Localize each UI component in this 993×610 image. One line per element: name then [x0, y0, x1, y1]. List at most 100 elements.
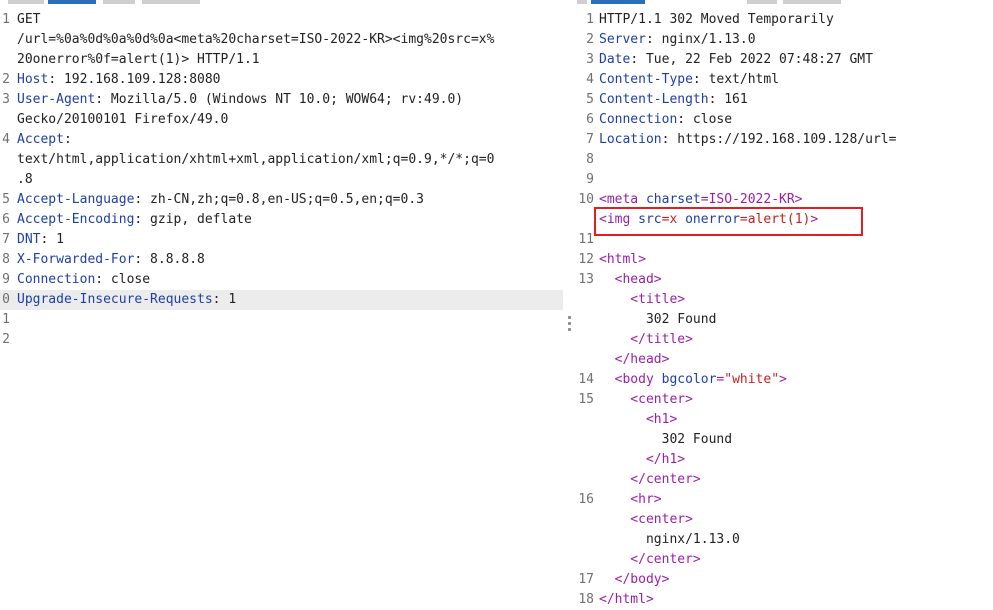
response-line[interactable]: 8	[577, 150, 993, 170]
request-line[interactable]: 1 GET	[0, 10, 563, 30]
response-line[interactable]: </title>	[577, 330, 993, 350]
response-line[interactable]: </h1>	[577, 450, 993, 470]
response-line-text: <center>	[599, 510, 693, 530]
line-number: 7	[2, 232, 10, 247]
response-line[interactable]: </center>	[577, 470, 993, 490]
response-line[interactable]: 2 Server: nginx/1.13.0	[577, 30, 993, 50]
request-editor[interactable]: 1 GET/url=%0a%0d%0a%0d%0a<meta%20charset=…	[0, 0, 563, 610]
response-line[interactable]: <center>	[577, 510, 993, 530]
drag-handle-icon[interactable]	[568, 316, 571, 332]
request-line-text: X-Forwarded-For: 8.8.8.8	[17, 250, 205, 270]
response-line-text: <img src=x onerror=alert(1)>	[599, 210, 818, 230]
response-line-text: <html>	[599, 250, 646, 270]
request-tab-strip	[0, 0, 563, 4]
response-line-text: Connection: close	[599, 110, 732, 130]
response-line-text: <head>	[599, 270, 662, 290]
request-line[interactable]: 2	[0, 330, 563, 350]
line-number: 2	[2, 72, 10, 87]
code-token: X-Forwarded-For	[17, 252, 135, 267]
request-line[interactable]: 0 Upgrade-Insecure-Requests: 1	[0, 290, 563, 310]
code-token: 302 Found	[599, 432, 733, 447]
request-line[interactable]: 2 Host: 192.168.109.128:8080	[0, 70, 563, 90]
response-line[interactable]: 18 </html>	[577, 590, 993, 610]
response-line[interactable]: 1 HTTP/1.1 302 Moved Temporarily	[577, 10, 993, 30]
response-line-text: </head>	[599, 350, 670, 370]
response-line[interactable]: 6 Connection: close	[577, 110, 993, 130]
response-tab-raw[interactable]	[577, 0, 587, 4]
response-tab-active[interactable]	[591, 0, 645, 4]
request-line-text: Connection: close	[17, 270, 150, 290]
request-line[interactable]: text/html,application/xhtml+xml,applicat…	[0, 150, 563, 170]
request-line-text: Accept-Encoding: gzip, deflate	[17, 210, 252, 230]
code-token: HTTP/1.1 302 Moved Temporarily	[599, 12, 834, 27]
request-line[interactable]: Gecko/20100101 Firefox/49.0	[0, 110, 563, 130]
code-token: <meta	[599, 192, 646, 207]
request-line[interactable]: 4 Accept:	[0, 130, 563, 150]
request-line[interactable]: 6 Accept-Encoding: gzip, deflate	[0, 210, 563, 230]
request-line[interactable]: 7 DNT: 1	[0, 230, 563, 250]
response-line[interactable]: 302 Found	[577, 310, 993, 330]
response-tab-hex[interactable]	[747, 0, 777, 4]
request-line[interactable]: .8	[0, 170, 563, 190]
response-line[interactable]: 302 Found	[577, 430, 993, 450]
code-token: Accept-Encoding	[17, 212, 135, 227]
code-token: /url=%0a%0d%0a%0d%0a<meta%20charset=ISO-…	[17, 32, 495, 47]
pane-divider[interactable]	[563, 0, 577, 610]
response-line[interactable]: 14 <body bgcolor="white">	[577, 370, 993, 390]
response-line[interactable]: <img src=x onerror=alert(1)>	[577, 210, 993, 230]
code-token: charset	[645, 192, 701, 207]
line-number: 16	[578, 492, 594, 507]
line-number: 17	[578, 572, 594, 587]
request-line[interactable]: /url=%0a%0d%0a%0d%0a<meta%20charset=ISO-…	[0, 30, 563, 50]
request-tab-hex[interactable]	[103, 0, 135, 4]
code-token: Gecko/20100101 Firefox/49.0	[17, 112, 229, 127]
line-number: 15	[578, 392, 594, 407]
response-viewer[interactable]: 1 HTTP/1.1 302 Moved Temporarily 2 Server: …	[577, 0, 993, 610]
request-tab-raw[interactable]	[8, 0, 44, 4]
code-token: >	[810, 212, 819, 227]
response-line[interactable]: </center>	[577, 550, 993, 570]
request-line[interactable]: 20onerror%0f=alert(1)> HTTP/1.1	[0, 50, 563, 70]
response-line[interactable]: </head>	[577, 350, 993, 370]
response-line[interactable]: <title>	[577, 290, 993, 310]
response-line[interactable]: 16 <hr>	[577, 490, 993, 510]
request-line[interactable]: 5 Accept-Language: zh-CN,zh;q=0.8,en-US;q…	[0, 190, 563, 210]
response-line-text: Content-Length: 161	[599, 90, 748, 110]
response-tab-other[interactable]	[783, 0, 841, 4]
line-number: 5	[586, 92, 594, 107]
response-line[interactable]: 17 </body>	[577, 570, 993, 590]
request-line-text: Upgrade-Insecure-Requests: 1	[17, 290, 236, 310]
response-line-text: <title>	[599, 290, 685, 310]
response-line[interactable]: 4 Content-Type: text/html	[577, 70, 993, 90]
request-tab-other[interactable]	[142, 0, 200, 4]
response-line[interactable]: 9	[577, 170, 993, 190]
line-number: 14	[578, 372, 594, 387]
response-line[interactable]: 12 <html>	[577, 250, 993, 270]
response-line[interactable]: 13 <head>	[577, 270, 993, 290]
code-token: </h1>	[599, 452, 686, 467]
response-line[interactable]: 15 <center>	[577, 390, 993, 410]
code-token: </head>	[599, 352, 670, 367]
code-token: : close	[95, 272, 151, 287]
response-line[interactable]: nginx/1.13.0	[577, 530, 993, 550]
request-lines[interactable]: 1 GET/url=%0a%0d%0a%0d%0a<meta%20charset=…	[0, 10, 563, 350]
request-line[interactable]: 8 X-Forwarded-For: 8.8.8.8	[0, 250, 563, 270]
response-line[interactable]: 7 Location: https://192.168.109.128/url=	[577, 130, 993, 150]
response-line-text: HTTP/1.1 302 Moved Temporarily	[599, 10, 834, 30]
response-line[interactable]: 5 Content-Length: 161	[577, 90, 993, 110]
response-line[interactable]: <h1>	[577, 410, 993, 430]
code-token: </html>	[599, 592, 654, 607]
response-line[interactable]: 11	[577, 230, 993, 250]
request-line[interactable]: 9 Connection: close	[0, 270, 563, 290]
code-token: :	[63, 132, 72, 147]
response-line[interactable]: 3 Date: Tue, 22 Feb 2022 07:48:27 GMT	[577, 50, 993, 70]
request-line[interactable]: 1	[0, 310, 563, 330]
line-number: 8	[586, 152, 594, 167]
response-lines[interactable]: 1 HTTP/1.1 302 Moved Temporarily 2 Server: …	[577, 10, 993, 610]
code-token: : nginx/1.13.0	[645, 32, 756, 47]
request-tab-active[interactable]	[48, 0, 96, 4]
request-line[interactable]: 3 User-Agent: Mozilla/5.0 (Windows NT 10.…	[0, 90, 563, 110]
code-token: text/html,application/xhtml+xml,applicat…	[17, 152, 495, 167]
response-line[interactable]: 10 <meta charset=ISO-2022-KR>	[577, 190, 993, 210]
line-number: 8	[2, 252, 10, 267]
